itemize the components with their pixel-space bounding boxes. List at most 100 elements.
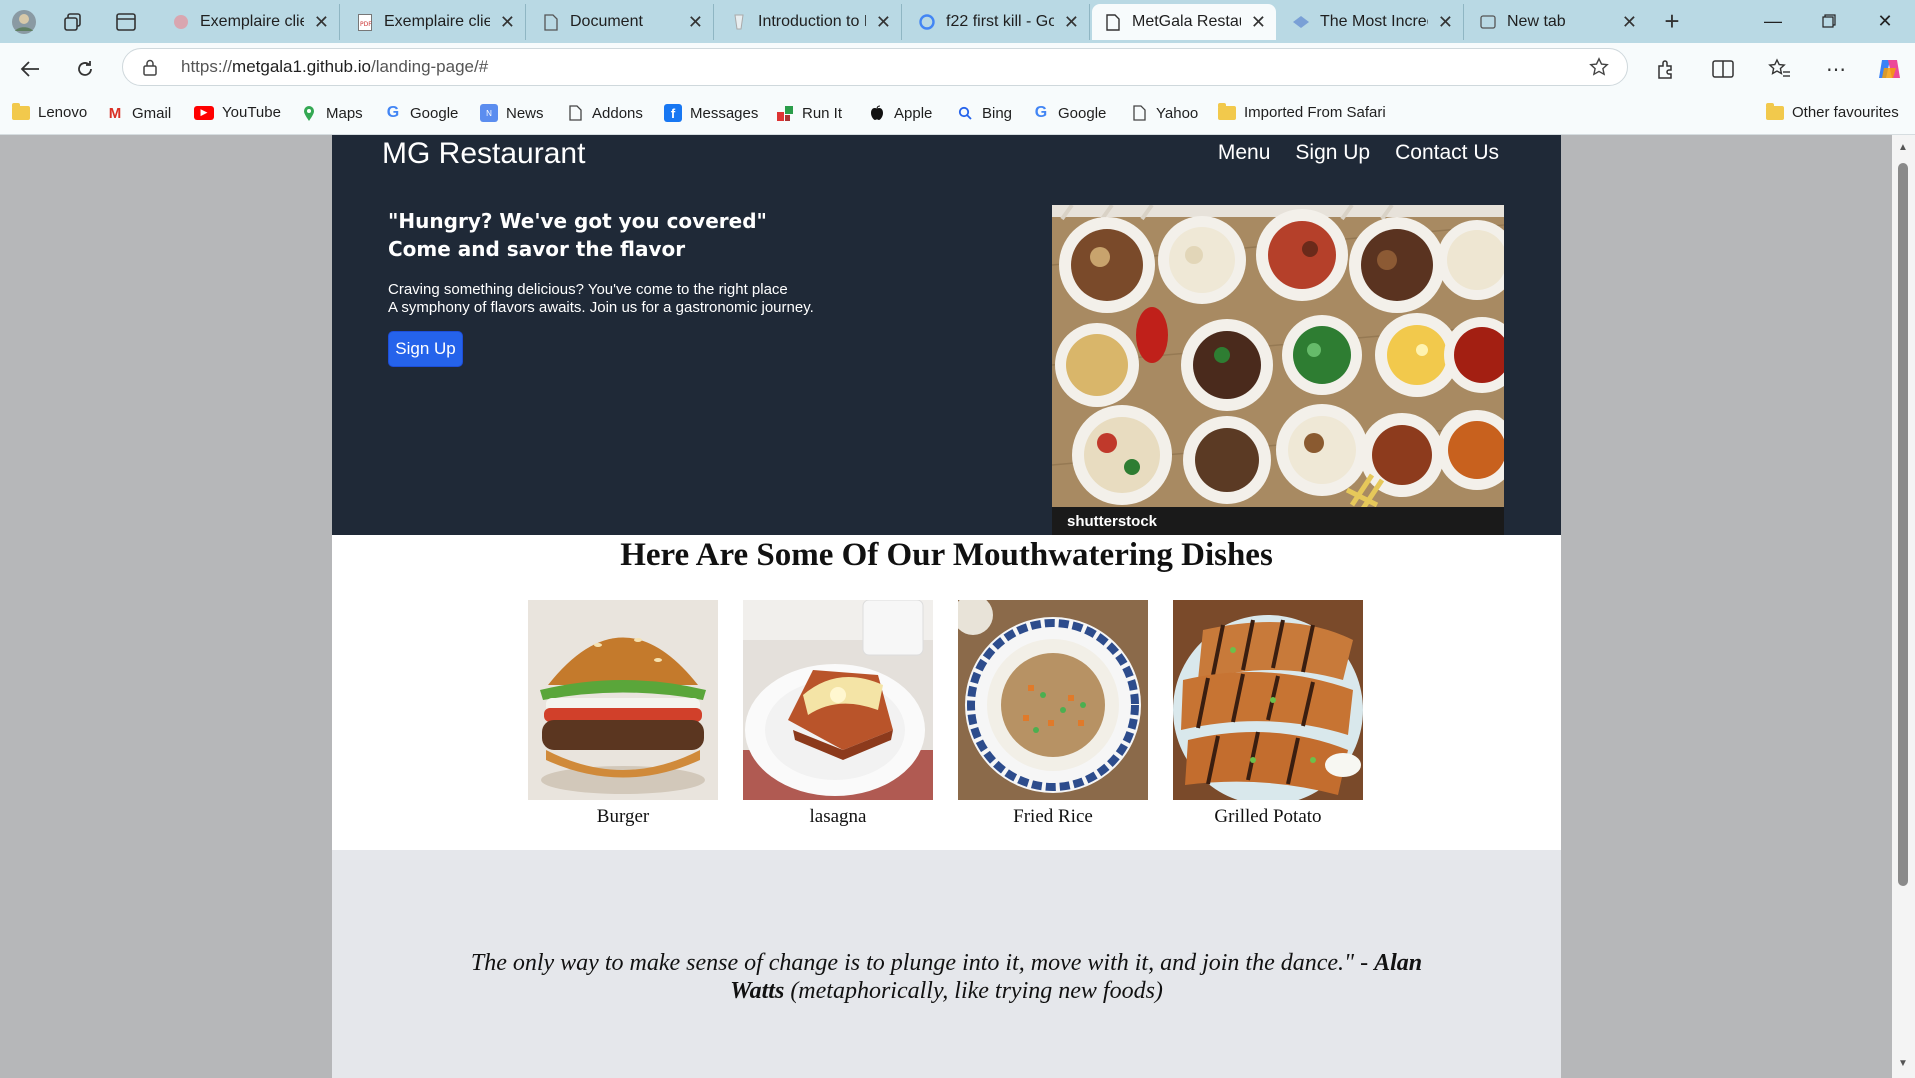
svg-text:PDF: PDF — [360, 21, 372, 28]
bookmark-messages[interactable]: f Messages — [664, 104, 758, 122]
dish-card-burger: Burger — [528, 600, 718, 828]
facebook-icon: f — [664, 104, 682, 122]
close-icon[interactable]: ✕ — [1438, 12, 1453, 33]
bookmark-label: Run It — [802, 104, 843, 122]
tab-title: Introduction to F — [758, 13, 866, 30]
page-viewport: MG Restaurant Menu Sign Up Contact Us "H… — [0, 135, 1915, 1078]
dish-card-fried-rice: Fried Rice — [958, 600, 1148, 828]
favorite-star-icon[interactable] — [1589, 57, 1609, 82]
bookmark-maps[interactable]: Maps — [300, 104, 363, 122]
url-prefix: https:// — [181, 57, 233, 76]
back-button[interactable] — [14, 53, 46, 85]
hero-section: MG Restaurant Menu Sign Up Contact Us "H… — [332, 135, 1561, 535]
bookmark-news[interactable]: N News — [480, 104, 544, 122]
bookmark-label: Imported From Safari — [1244, 104, 1386, 121]
bookmark-label: News — [506, 104, 544, 122]
close-icon[interactable]: ✕ — [876, 12, 891, 33]
address-bar[interactable]: https://metgala1.github.io/landing-page/… — [122, 48, 1628, 86]
tab-title: New tab — [1507, 13, 1566, 30]
quote-section: The only way to make sense of change is … — [332, 850, 1561, 1078]
page-scrollbar[interactable]: ▲ ▼ — [1892, 135, 1915, 1078]
burger-image — [528, 600, 718, 800]
copilot-icon[interactable] — [1873, 53, 1905, 85]
hero-signup-button[interactable]: Sign Up — [388, 331, 463, 367]
tab-most-incredible[interactable]: The Most Incred ✕ — [1280, 4, 1464, 40]
more-menu-icon[interactable]: ⋯ — [1820, 53, 1852, 85]
bookmark-addons[interactable]: Addons — [566, 104, 643, 122]
bookmark-google-2[interactable]: G Google — [1032, 104, 1107, 122]
bookmark-google-1[interactable]: G Google — [384, 104, 459, 122]
bookmark-run-it[interactable]: Run It — [776, 104, 842, 122]
scrollbar-thumb[interactable] — [1898, 163, 1908, 886]
google-icon — [918, 13, 936, 31]
close-icon[interactable]: ✕ — [1251, 12, 1266, 33]
bookmark-yahoo[interactable]: Yahoo — [1130, 104, 1198, 122]
bookmark-imported-safari[interactable]: Imported From Safari — [1218, 102, 1386, 121]
bookmarks-bar: Lenovo M Gmail ▶ YouTube Maps G Google N New… — [0, 94, 1915, 135]
bookmark-other-favourites[interactable]: Other favourites — [1766, 102, 1899, 121]
nav-contact-link[interactable]: Contact Us — [1395, 141, 1499, 165]
tab-title: MetGala Restaur — [1132, 13, 1241, 30]
refresh-button[interactable] — [69, 53, 101, 85]
site-brand[interactable]: MG Restaurant — [382, 137, 585, 171]
generic-site-icon — [1292, 13, 1310, 31]
minimize-button[interactable]: — — [1748, 6, 1798, 36]
bookmark-youtube[interactable]: ▶ YouTube — [194, 104, 281, 121]
bookmark-label: Messages — [690, 104, 759, 122]
nav-menu-link[interactable]: Menu — [1218, 141, 1271, 165]
tab-f22-search[interactable]: f22 first kill - Go ✕ — [906, 4, 1090, 40]
bookmark-label: Apple — [894, 104, 933, 122]
hero-subtext: Craving something delicious? You've come… — [388, 281, 814, 317]
tab-introduction[interactable]: Introduction to F ✕ — [718, 4, 902, 40]
fried-rice-image — [958, 600, 1148, 800]
bookmark-lenovo[interactable]: Lenovo — [12, 102, 87, 121]
close-icon[interactable]: ✕ — [500, 12, 515, 33]
quote-text: The only way to make sense of change is … — [452, 949, 1441, 1005]
dish-caption: Fried Rice — [1013, 806, 1093, 827]
bookmark-label: YouTube — [222, 104, 281, 121]
dish-caption: Burger — [596, 806, 650, 827]
bookmark-apple[interactable]: Apple — [868, 104, 932, 122]
close-icon[interactable]: ✕ — [314, 12, 329, 33]
vertical-tabs-icon[interactable] — [112, 8, 140, 36]
runit-icon — [776, 104, 794, 122]
close-window-button[interactable]: ✕ — [1860, 6, 1910, 36]
food-spread-illustration — [1052, 205, 1504, 535]
bookmark-label: Other favourites — [1792, 104, 1899, 121]
favorites-icon[interactable] — [1764, 53, 1796, 85]
profile-avatar[interactable] — [10, 8, 38, 36]
maps-icon — [300, 104, 318, 122]
close-icon[interactable]: ✕ — [1622, 12, 1637, 33]
bookmark-bing[interactable]: Bing — [956, 104, 1012, 122]
close-icon[interactable]: ✕ — [1064, 12, 1079, 33]
tab-metgala-restaurant[interactable]: MetGala Restaur ✕ — [1092, 4, 1276, 40]
workspaces-icon[interactable] — [59, 8, 87, 36]
tab-document[interactable]: Document ✕ — [530, 4, 714, 40]
tab-new-tab[interactable]: New tab ✕ — [1467, 4, 1647, 40]
bookmark-label: Bing — [982, 104, 1013, 122]
headline-line-1: "Hungry? We've got you covered" — [388, 209, 767, 233]
tab-exemplaire-client-1[interactable]: Exemplaire client ✕ — [160, 4, 340, 40]
extensions-icon[interactable] — [1650, 53, 1682, 85]
grilled-potato-image — [1173, 600, 1363, 800]
dish-caption: lasagna — [809, 806, 867, 827]
document-icon — [566, 104, 584, 122]
scroll-down-icon[interactable]: ▼ — [1898, 1059, 1908, 1069]
tab-title: Exemplaire client — [384, 13, 490, 30]
split-screen-icon[interactable] — [1707, 53, 1739, 85]
lock-icon[interactable] — [143, 59, 161, 76]
hero-food-image: shutterstock — [1052, 205, 1504, 535]
new-tab-button[interactable]: + — [1655, 6, 1689, 36]
restore-button[interactable] — [1804, 6, 1854, 36]
dish-card-grilled-potato: Grilled Potato — [1173, 600, 1363, 828]
close-icon[interactable]: ✕ — [688, 12, 703, 33]
scroll-up-icon[interactable]: ▲ — [1898, 143, 1908, 153]
quote-body: The only way to make sense of change is … — [470, 950, 1375, 976]
bookmark-label: Google — [1058, 104, 1107, 122]
subtext-line-2: A symphony of flavors awaits. Join us fo… — [388, 299, 814, 316]
tab-exemplaire-client-2[interactable]: PDF Exemplaire client ✕ — [344, 4, 526, 40]
search-icon — [956, 104, 974, 122]
bookmark-label: Gmail — [132, 104, 172, 122]
bookmark-gmail[interactable]: M Gmail — [106, 104, 171, 122]
nav-signup-link[interactable]: Sign Up — [1295, 141, 1370, 165]
